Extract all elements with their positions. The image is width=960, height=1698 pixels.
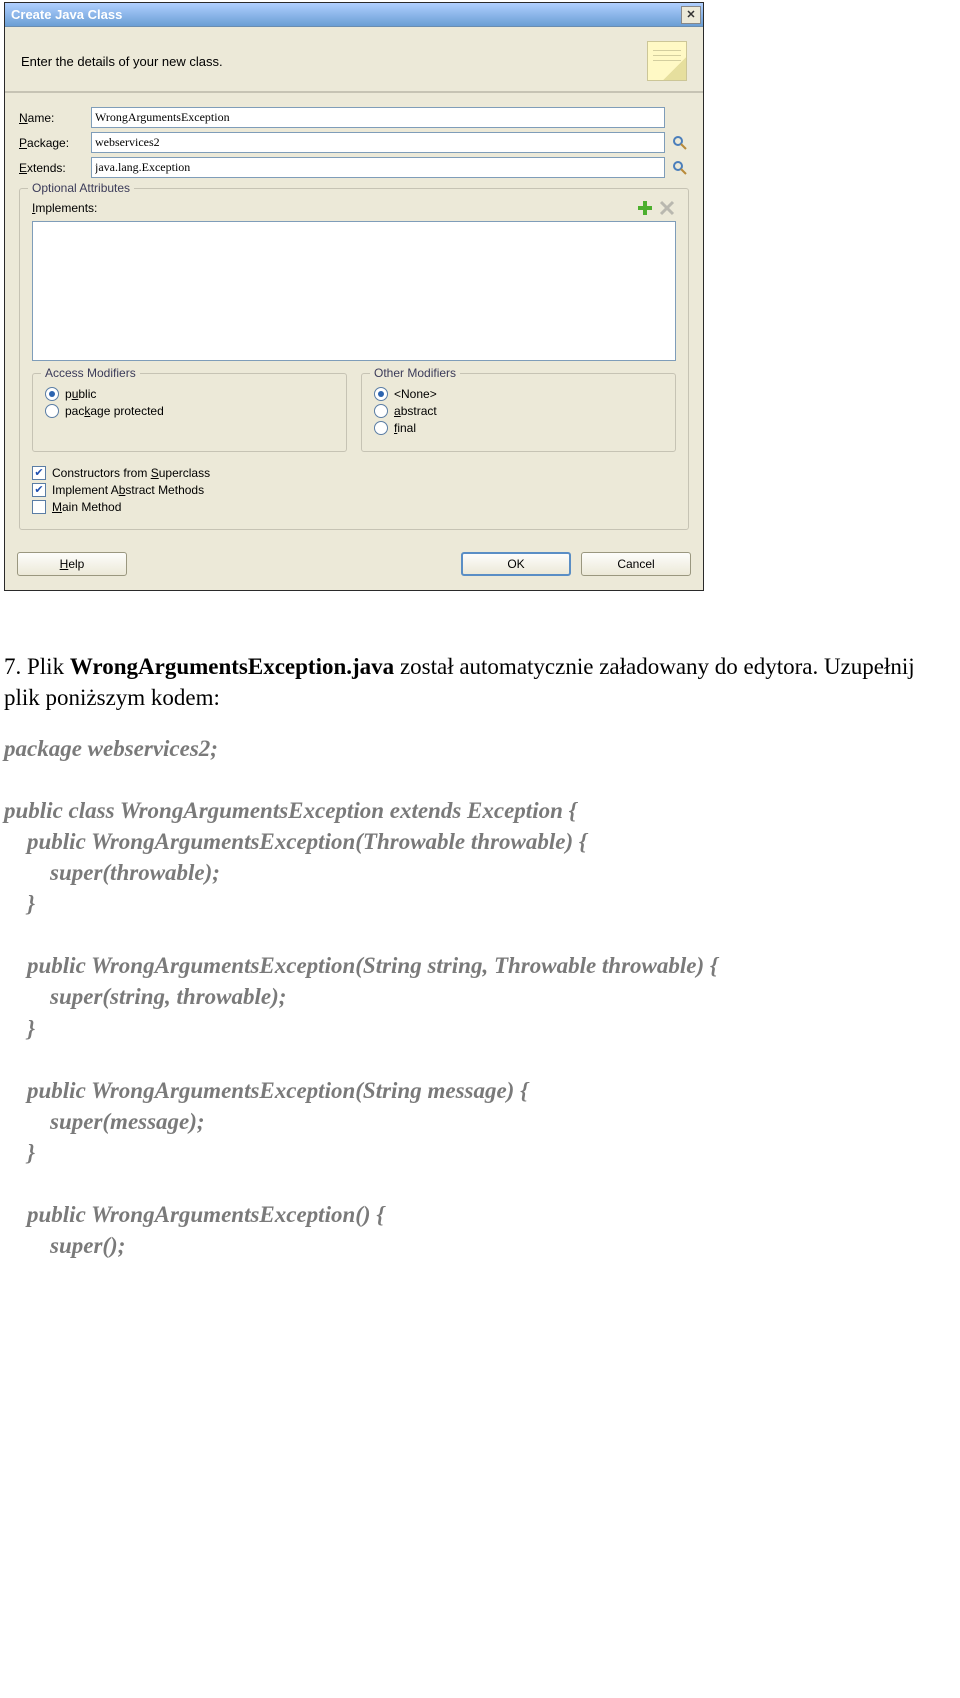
checkbox-icon bbox=[32, 500, 46, 514]
cancel-button[interactable]: Cancel bbox=[581, 552, 691, 576]
radio-final[interactable]: final bbox=[374, 421, 663, 435]
check-main-label: Main Method bbox=[52, 500, 121, 514]
checkbox-icon: ✔ bbox=[32, 466, 46, 480]
name-input[interactable] bbox=[91, 107, 665, 128]
ok-button[interactable]: OK bbox=[461, 552, 571, 576]
radio-icon bbox=[45, 387, 59, 401]
text-bold: WrongArgumentsException.java bbox=[70, 654, 394, 679]
check-constructors[interactable]: ✔ Constructors from Superclass bbox=[32, 466, 676, 480]
package-input[interactable] bbox=[91, 132, 665, 153]
package-label: Package: bbox=[19, 136, 91, 150]
radio-none[interactable]: <None> bbox=[374, 387, 663, 401]
radio-public-label: public bbox=[65, 387, 96, 401]
browse-package-icon[interactable] bbox=[671, 134, 689, 152]
check-implement-label: Implement Abstract Methods bbox=[52, 483, 204, 497]
access-legend: Access Modifiers bbox=[41, 366, 140, 380]
browse-extends-icon[interactable] bbox=[671, 159, 689, 177]
other-modifiers-group: Other Modifiers <None> abstract final bbox=[361, 373, 676, 452]
document-text: 7. Plik WrongArgumentsException.java zos… bbox=[4, 651, 944, 1261]
radio-public[interactable]: public bbox=[45, 387, 334, 401]
add-implements-icon[interactable] bbox=[636, 199, 654, 217]
create-java-class-dialog: Create Java Class ✕ Enter the details of… bbox=[4, 2, 704, 591]
remove-implements-icon[interactable] bbox=[658, 199, 676, 217]
radio-icon bbox=[374, 404, 388, 418]
radio-icon bbox=[45, 404, 59, 418]
code-block: package webservices2; public class Wrong… bbox=[4, 733, 944, 1261]
radio-icon bbox=[374, 421, 388, 435]
text: 7. Plik bbox=[4, 654, 70, 679]
radio-abstract[interactable]: abstract bbox=[374, 404, 663, 418]
radio-package-protected[interactable]: package protected bbox=[45, 404, 334, 418]
dialog-footer: Help OK Cancel bbox=[5, 544, 703, 590]
optional-legend: Optional Attributes bbox=[28, 181, 134, 195]
close-button[interactable]: ✕ bbox=[681, 6, 701, 24]
implements-label: Implements: bbox=[32, 201, 97, 215]
radio-abstract-label: abstract bbox=[394, 404, 437, 418]
dialog-titlebar[interactable]: Create Java Class ✕ bbox=[5, 3, 703, 27]
dialog-header: Enter the details of your new class. bbox=[5, 27, 703, 93]
radio-packprot-label: package protected bbox=[65, 404, 164, 418]
other-legend: Other Modifiers bbox=[370, 366, 460, 380]
dialog-title: Create Java Class bbox=[11, 7, 122, 22]
dialog-subtitle: Enter the details of your new class. bbox=[21, 54, 647, 69]
implements-list[interactable] bbox=[32, 221, 676, 361]
name-label: Name: bbox=[19, 111, 91, 125]
help-button[interactable]: Help bbox=[17, 552, 127, 576]
check-main-method[interactable]: Main Method bbox=[32, 500, 676, 514]
optional-attributes-group: Optional Attributes Implements: Access M… bbox=[19, 188, 689, 530]
check-implement-abstract[interactable]: ✔ Implement Abstract Methods bbox=[32, 483, 676, 497]
check-constructors-label: Constructors from Superclass bbox=[52, 466, 210, 480]
radio-none-label: <None> bbox=[394, 387, 437, 401]
checkbox-icon: ✔ bbox=[32, 483, 46, 497]
extends-input[interactable] bbox=[91, 157, 665, 178]
radio-icon bbox=[374, 387, 388, 401]
extends-label: Extends: bbox=[19, 161, 91, 175]
radio-final-label: final bbox=[394, 421, 416, 435]
note-icon bbox=[647, 41, 687, 81]
access-modifiers-group: Access Modifiers public package protecte… bbox=[32, 373, 347, 452]
